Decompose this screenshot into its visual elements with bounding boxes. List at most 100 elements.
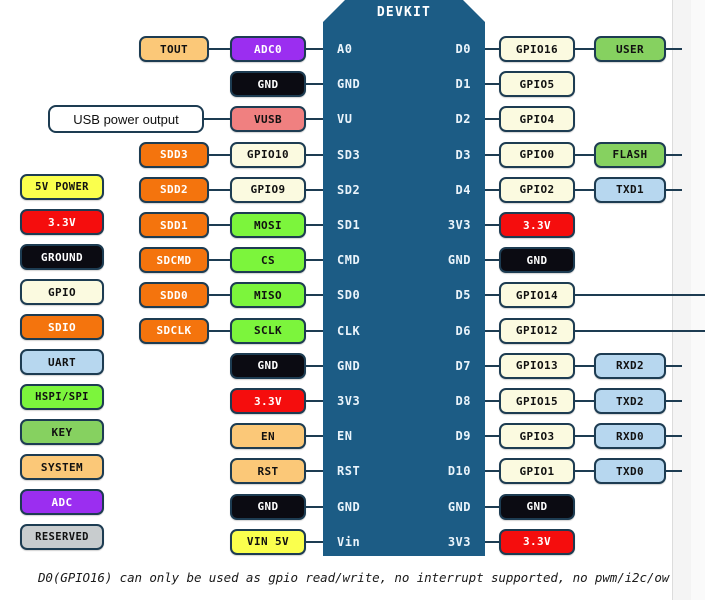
wire-right-2	[485, 118, 499, 121]
pin-right-d10-12: D10	[447, 464, 471, 479]
legend-item-gpio: GPIO	[20, 279, 104, 305]
wire-right-alt-3	[575, 153, 594, 156]
right-func-gpio14-7: GPIO14	[499, 282, 575, 309]
left-func-cs-6: CS	[230, 247, 306, 274]
wire-right-alt-tail-0	[666, 48, 682, 50]
pin-left-vin-14: Vin	[337, 534, 361, 549]
wire-right-3	[485, 153, 499, 156]
pin-left-vu-2: VU	[337, 112, 353, 127]
pin-right-d0-0: D0	[455, 42, 471, 56]
left-func-adc0-0: ADC0	[230, 36, 306, 62]
left-alt-sdd1-5: SDD1	[139, 212, 209, 238]
wire-right-8	[485, 329, 499, 332]
left-func-mosi-5: MOSI	[230, 212, 306, 238]
wire-right-4	[485, 188, 499, 191]
wire-left-9	[306, 364, 323, 367]
wire-right-14	[485, 540, 499, 543]
legend-item-hspi-spi: HSPI/SPI	[20, 384, 104, 410]
pin-right-gnd-13: GND	[447, 499, 471, 514]
pin-right-d5-7: D5	[455, 288, 471, 303]
wire-left-3	[306, 153, 323, 156]
pin-left-gnd-9: GND	[337, 358, 361, 373]
left-alt-sdd0-7: SDD0	[139, 282, 209, 309]
wire-left-10	[306, 400, 323, 402]
wire-left-alt-6	[209, 259, 230, 262]
left-func-vin-5v-14: VIN 5V	[230, 528, 306, 555]
wire-left-12	[306, 470, 323, 473]
pin-right-d6-8: D6	[455, 323, 471, 338]
right-func-gpio5-1: GPIO5	[499, 71, 575, 98]
pin-left-a0-0: A0	[337, 42, 353, 56]
wire-right-6	[485, 259, 499, 262]
pin-right-d8-10: D8	[455, 394, 471, 408]
wire-right-long-8	[575, 329, 705, 332]
wire-left-8	[306, 329, 323, 332]
wire-left-alt-3	[209, 153, 230, 156]
left-alt-sdd3-3: SDD3	[139, 141, 209, 168]
right-func-gpio15-10: GPIO15	[499, 388, 575, 414]
wire-right-9	[485, 364, 499, 367]
pin-left-sd3-3: SD3	[337, 147, 361, 162]
left-func-miso-7: MISO	[230, 282, 306, 309]
right-func-gpio12-8: GPIO12	[499, 317, 575, 344]
right-alt-user-0: USER	[594, 36, 666, 62]
board-title: DEVKIT	[376, 5, 432, 20]
wire-right-11	[485, 435, 499, 438]
pin-right-d2-2: D2	[455, 112, 471, 127]
left-func-gnd-13: GND	[230, 493, 306, 520]
legend-item-5v-power: 5V POWER	[20, 174, 104, 200]
pin-left-rst-12: RST	[337, 464, 361, 479]
left-func-en-11: EN	[230, 423, 306, 450]
pin-left-sd0-7: SD0	[337, 288, 361, 303]
pin-right-d7-9: D7	[455, 358, 471, 373]
pin-right-d3-3: D3	[455, 147, 471, 162]
usb-power-output-callout: USB power output	[48, 105, 204, 134]
wire-right-10	[485, 400, 499, 402]
wire-right-alt-tail-11	[666, 435, 682, 438]
wire-left-14	[306, 540, 323, 543]
right-func-gpio4-2: GPIO4	[499, 106, 575, 133]
footnote-text: D0(GPIO16) can only be used as gpio read…	[38, 570, 670, 585]
wire-left-alt-5	[209, 224, 230, 226]
left-alt-sdd2-4: SDD2	[139, 176, 209, 203]
wire-right-alt-11	[575, 435, 594, 438]
pin-left-cmd-6: CMD	[337, 253, 361, 268]
right-func-gpio3-11: GPIO3	[499, 423, 575, 450]
wire-right-alt-12	[575, 470, 594, 473]
left-func-3-3v-10: 3.3V	[230, 388, 306, 414]
wire-right-1	[485, 83, 499, 86]
pin-left-sd1-5: SD1	[337, 218, 361, 232]
wire-left-5	[306, 224, 323, 226]
pin-right-3v3-5: 3V3	[447, 218, 471, 232]
legend-item-3-3v: 3.3V	[20, 209, 104, 235]
wire-right-13	[485, 505, 499, 508]
right-func-gpio16-0: GPIO16	[499, 36, 575, 62]
wire-left-7	[306, 294, 323, 297]
wire-left-13	[306, 505, 323, 508]
right-alt-txd2-10: TXD2	[594, 388, 666, 414]
wire-right-alt-tail-9	[666, 364, 682, 367]
wire-right-alt-tail-10	[666, 400, 682, 402]
pin-right-gnd-6: GND	[447, 253, 471, 268]
right-func-3-3v-14: 3.3V	[499, 528, 575, 555]
wire-left-alt-0	[209, 48, 230, 50]
legend-item-system: SYSTEM	[20, 454, 104, 480]
wire-left-1	[306, 83, 323, 86]
left-func-gnd-9: GND	[230, 352, 306, 379]
wire-left-alt-8	[209, 329, 230, 332]
right-alt-rxd0-11: RXD0	[594, 423, 666, 450]
wire-left-alt-4	[209, 188, 230, 191]
legend-item-ground: GROUND	[20, 244, 104, 270]
wire-right-5	[485, 224, 499, 226]
wire-right-alt-10	[575, 400, 594, 402]
wire-left-0	[306, 48, 323, 50]
wire-right-alt-tail-3	[666, 153, 682, 156]
pin-right-d4-4: D4	[455, 182, 471, 197]
right-alt-txd1-4: TXD1	[594, 176, 666, 203]
legend-item-uart: UART	[20, 349, 104, 375]
legend-item-key: KEY	[20, 419, 104, 445]
right-func-gpio2-4: GPIO2	[499, 176, 575, 203]
pinout-diagram: 5V POWER 3.3V GROUND GPIO SDIO UART HSPI/SPI KE…	[0, 0, 705, 600]
pin-left-gnd-1: GND	[337, 77, 361, 92]
wire-right-7	[485, 294, 499, 297]
